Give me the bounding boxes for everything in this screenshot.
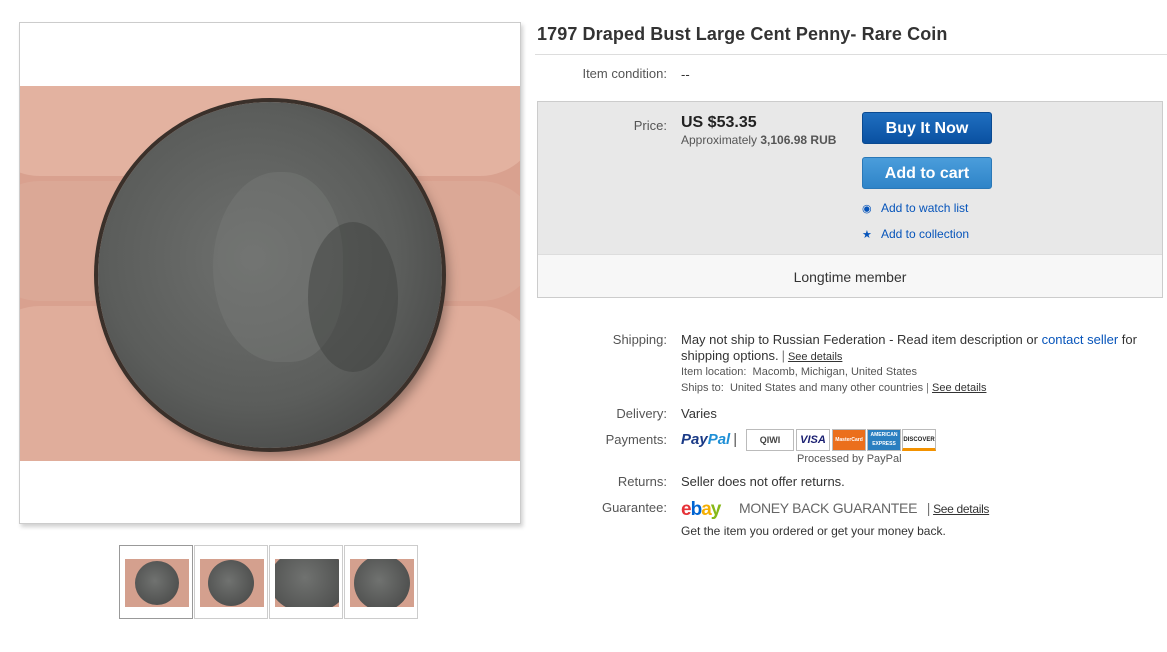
- thumbnail-1[interactable]: [119, 545, 193, 619]
- shipping-text: May not ship to Russian Federation - Rea…: [681, 332, 1038, 347]
- visa-logo: VISA: [796, 429, 830, 451]
- guarantee-note: Get the item you ordered or get your mon…: [681, 524, 946, 538]
- title-divider: [535, 54, 1167, 55]
- shipping-label: Shipping:: [612, 332, 667, 347]
- price-value: US $53.35: [681, 114, 757, 131]
- coin-image: [98, 102, 442, 448]
- ships-to: Ships to: United States and many other c…: [681, 382, 986, 394]
- money-back-guarantee: MONEY BACK GUARANTEE | See details: [739, 500, 989, 516]
- guarantee-see-details-link[interactable]: See details: [933, 502, 989, 516]
- seller-badge: Longtime member: [538, 254, 1162, 297]
- star-icon: ★: [862, 229, 872, 241]
- thumbnail-3[interactable]: [269, 545, 343, 619]
- ships-to-label: Ships to:: [681, 382, 724, 394]
- item-location-value: Macomb, Michigan, United States: [752, 366, 918, 378]
- shipping-info: May not ship to Russian Federation - Rea…: [681, 332, 1151, 365]
- ships-to-value: United States and many other countries: [729, 382, 924, 394]
- divider: |: [926, 500, 931, 516]
- approx-value: 3,106.98 RUB: [760, 133, 837, 147]
- contact-seller-link[interactable]: contact seller: [1042, 332, 1119, 347]
- approx-prefix: Approximately: [681, 133, 758, 147]
- collection-label: Add to collection: [881, 227, 970, 241]
- mbg-text: MONEY BACK GUARANTEE: [739, 500, 918, 516]
- item-location-label: Item location:: [681, 366, 747, 378]
- thumbnail-2[interactable]: [194, 545, 268, 619]
- add-to-watch-list-link[interactable]: ◉ Add to watch list: [862, 201, 968, 215]
- payments-label: Payments:: [605, 432, 667, 447]
- buy-box: Price: US $53.35 Approximately 3,106.98 …: [537, 101, 1163, 298]
- condition-label: Item condition:: [582, 66, 667, 81]
- shipping-see-details-link[interactable]: See details: [788, 351, 842, 363]
- item-location: Item location: Macomb, Michigan, United …: [681, 366, 917, 378]
- processed-by-paypal: Processed by PayPal: [797, 453, 902, 465]
- coin-shade: [308, 222, 398, 372]
- eye-icon: ◉: [862, 203, 872, 215]
- shipping-for: for: [1121, 332, 1137, 347]
- returns-label: Returns:: [617, 474, 667, 489]
- shipping-options: shipping options.: [681, 348, 779, 363]
- qiwi-logo: QIWI: [746, 429, 794, 451]
- add-to-cart-button[interactable]: Add to cart: [862, 157, 992, 189]
- price-label: Price:: [633, 118, 667, 133]
- buy-it-now-button[interactable]: Buy It Now: [862, 112, 992, 144]
- guarantee-label: Guarantee:: [601, 500, 667, 515]
- divider: |: [926, 382, 930, 394]
- delivery-label: Delivery:: [616, 406, 667, 421]
- returns-value: Seller does not offer returns.: [681, 474, 845, 489]
- thumbnail-4[interactable]: [344, 545, 418, 619]
- delivery-value: Varies: [681, 406, 717, 421]
- ebay-logo: ebay: [681, 499, 721, 520]
- add-to-collection-link[interactable]: ★ Add to collection: [862, 227, 969, 241]
- paypal-logo: PayPal |: [681, 431, 738, 448]
- mastercard-logo: MasterCard: [832, 429, 866, 451]
- divider: |: [781, 348, 785, 363]
- converted-price: Approximately 3,106.98 RUB: [681, 133, 836, 147]
- discover-logo: DISCOVER: [902, 429, 936, 451]
- image-viewer[interactable]: [19, 22, 521, 524]
- main-item-photo[interactable]: [20, 86, 520, 461]
- watch-list-label: Add to watch list: [881, 201, 969, 215]
- condition-value: --: [681, 67, 690, 82]
- ships-to-see-details-link[interactable]: See details: [932, 382, 986, 394]
- amex-logo: AMERICAN EXPRESS: [867, 429, 901, 451]
- item-title: 1797 Draped Bust Large Cent Penny- Rare …: [537, 24, 948, 44]
